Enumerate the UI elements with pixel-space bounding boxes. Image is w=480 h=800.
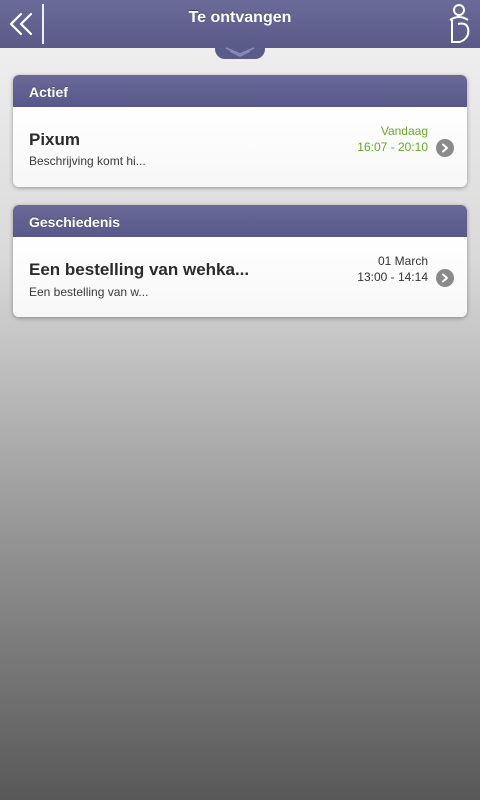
list-item[interactable]: Pixum Beschrijving komt hi... Vandaag 16… — [13, 107, 467, 187]
item-subtitle: Een bestelling van w... — [29, 285, 149, 299]
item-date: 01 March — [377, 254, 428, 268]
app-logo-button[interactable] — [444, 2, 474, 46]
item-time: 16:07 - 20:10 — [357, 140, 428, 154]
item-title: Pixum — [29, 130, 81, 149]
top-bar: Te ontvangen — [0, 0, 480, 48]
item-subtitle: Beschrijving komt hi... — [29, 154, 146, 168]
app-logo-icon — [449, 4, 470, 43]
item-date: Vandaag — [380, 124, 428, 138]
list-item[interactable]: Een bestelling van wehka... Een bestelli… — [13, 237, 467, 317]
pull-down-tab[interactable] — [215, 44, 265, 59]
page-title: Te ontvangen — [188, 9, 292, 26]
chevron-right-icon[interactable] — [436, 269, 454, 287]
item-title: Een bestelling van wehka... — [29, 260, 250, 279]
history-section-card: Geschiedenis Een bestelling van wehka...… — [13, 205, 467, 317]
chevron-down-icon — [225, 46, 255, 57]
item-time: 13:00 - 14:14 — [357, 270, 428, 284]
section-title-actief: Actief — [13, 75, 467, 107]
section-title-geschiedenis: Geschiedenis — [13, 205, 467, 237]
chevron-right-icon[interactable] — [436, 139, 454, 157]
active-section-card: Actief Pixum Beschrijving komt hi... Van… — [13, 75, 467, 187]
